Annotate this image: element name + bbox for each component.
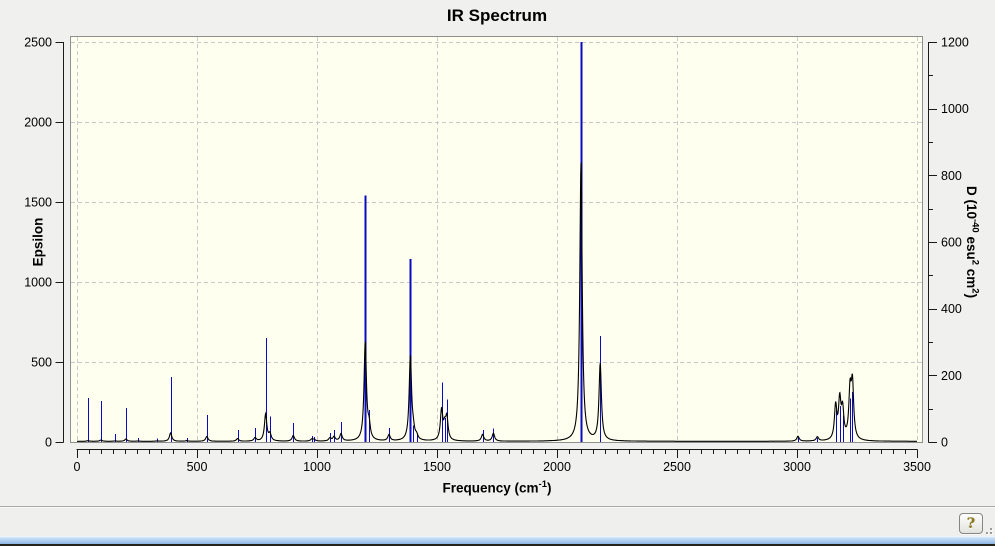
svg-text:1000: 1000 — [941, 102, 969, 116]
svg-text:2000: 2000 — [24, 116, 52, 130]
x-axis-tick-labels: 0 500 1000 1500 2000 2500 3000 3500 — [74, 460, 931, 474]
help-question-icon: ? — [966, 515, 976, 532]
y-axis-right-label: D (10-40 esu2 cm2) — [963, 185, 981, 299]
svg-text:2500: 2500 — [663, 460, 691, 474]
svg-text:1500: 1500 — [423, 460, 451, 474]
y-axis-left — [55, 42, 64, 443]
x-axis — [76, 449, 918, 458]
svg-text:2500: 2500 — [24, 36, 52, 50]
y-axis-right — [928, 42, 937, 443]
svg-text:0: 0 — [74, 460, 81, 474]
svg-text:500: 500 — [187, 460, 208, 474]
svg-text:400: 400 — [941, 302, 962, 316]
svg-text:2000: 2000 — [543, 460, 571, 474]
spectrum-panel: IR Spectrum 0 500 1000 1500 2000 2500 3000 3500… — [0, 0, 995, 506]
svg-text:0: 0 — [45, 436, 52, 450]
svg-text:1500: 1500 — [24, 196, 52, 210]
svg-text:3000: 3000 — [783, 460, 811, 474]
svg-text:0: 0 — [941, 436, 948, 450]
svg-text:200: 200 — [941, 369, 962, 383]
y-axis-left-label: Epsilon — [30, 217, 46, 267]
help-button[interactable]: ? — [959, 513, 983, 534]
x-axis-label: Frequency (cm-1) — [442, 478, 552, 496]
status-bar: ? — [0, 508, 995, 536]
resize-grip-icon[interactable] — [983, 525, 993, 535]
svg-text:1000: 1000 — [24, 276, 52, 290]
svg-text:1000: 1000 — [303, 460, 331, 474]
svg-text:1200: 1200 — [941, 36, 969, 50]
svg-text:600: 600 — [941, 236, 962, 250]
svg-text:3500: 3500 — [903, 460, 931, 474]
ir-spectrum-chart[interactable]: 0 500 1000 1500 2000 2500 3000 3500050010001500… — [0, 0, 995, 506]
svg-text:800: 800 — [941, 169, 962, 183]
bottom-window-edge — [0, 536, 995, 544]
svg-text:500: 500 — [31, 356, 52, 370]
